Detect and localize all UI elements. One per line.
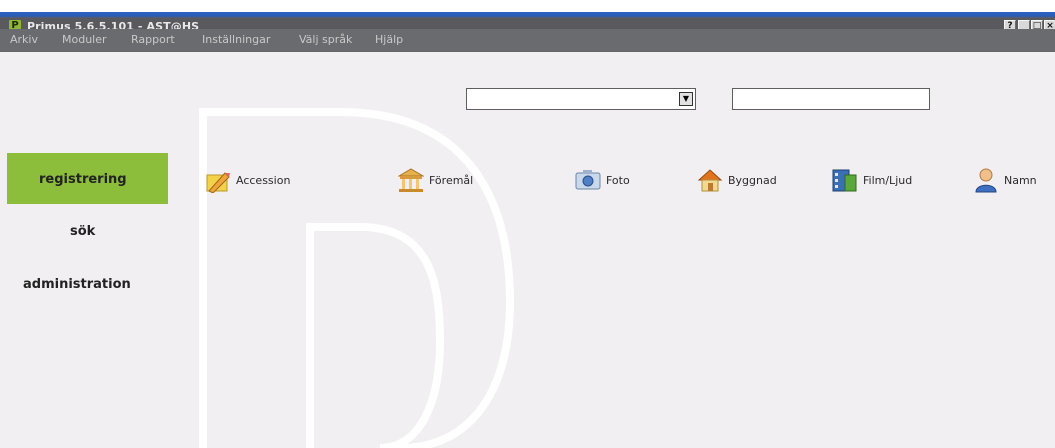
camera-icon — [575, 170, 601, 190]
module-foremal[interactable]: Föremål — [398, 167, 508, 193]
module-label: Accession — [236, 174, 291, 187]
pencil-note-icon — [206, 172, 230, 193]
person-icon — [975, 168, 997, 193]
module-accession[interactable]: Accession — [205, 167, 315, 193]
menu-arkiv[interactable]: Arkiv — [10, 33, 38, 47]
window-top-strip — [0, 0, 1055, 12]
module-label: Foto — [606, 174, 630, 187]
museum-building-icon — [398, 168, 424, 192]
module-label: Film/Ljud — [863, 174, 913, 187]
menu-moduler[interactable]: Moduler — [62, 33, 107, 47]
menu-valj-sprak[interactable]: Välj språk — [299, 33, 352, 47]
menu-hjalp[interactable]: Hjälp — [375, 33, 403, 47]
search-combo[interactable]: ▼ — [466, 88, 696, 110]
film-sound-icon — [832, 169, 857, 192]
module-label: Namn — [1004, 174, 1037, 187]
menu-installningar[interactable]: Inställningar — [202, 33, 270, 47]
module-label: Byggnad — [728, 174, 777, 187]
module-namn[interactable]: Namn — [973, 167, 1053, 193]
menu-rapport[interactable]: Rapport — [131, 33, 175, 47]
nav-item-sok[interactable]: sök — [70, 224, 95, 240]
background-p-watermark — [199, 108, 515, 448]
nav-item-administration[interactable]: administration — [23, 277, 131, 293]
module-label: Föremål — [429, 174, 474, 187]
nav-item-registrering[interactable]: registrering — [39, 172, 127, 188]
search-input[interactable] — [732, 88, 930, 110]
module-foto[interactable]: Foto — [575, 167, 665, 193]
module-film-ljud[interactable]: Film/Ljud — [832, 167, 942, 193]
house-icon — [697, 169, 723, 192]
chevron-down-icon[interactable]: ▼ — [679, 92, 693, 106]
module-byggnad[interactable]: Byggnad — [697, 167, 807, 193]
application-window: P Primus 5.6.5.101 - AST@HS ? _ □ × Arki… — [0, 0, 1055, 448]
